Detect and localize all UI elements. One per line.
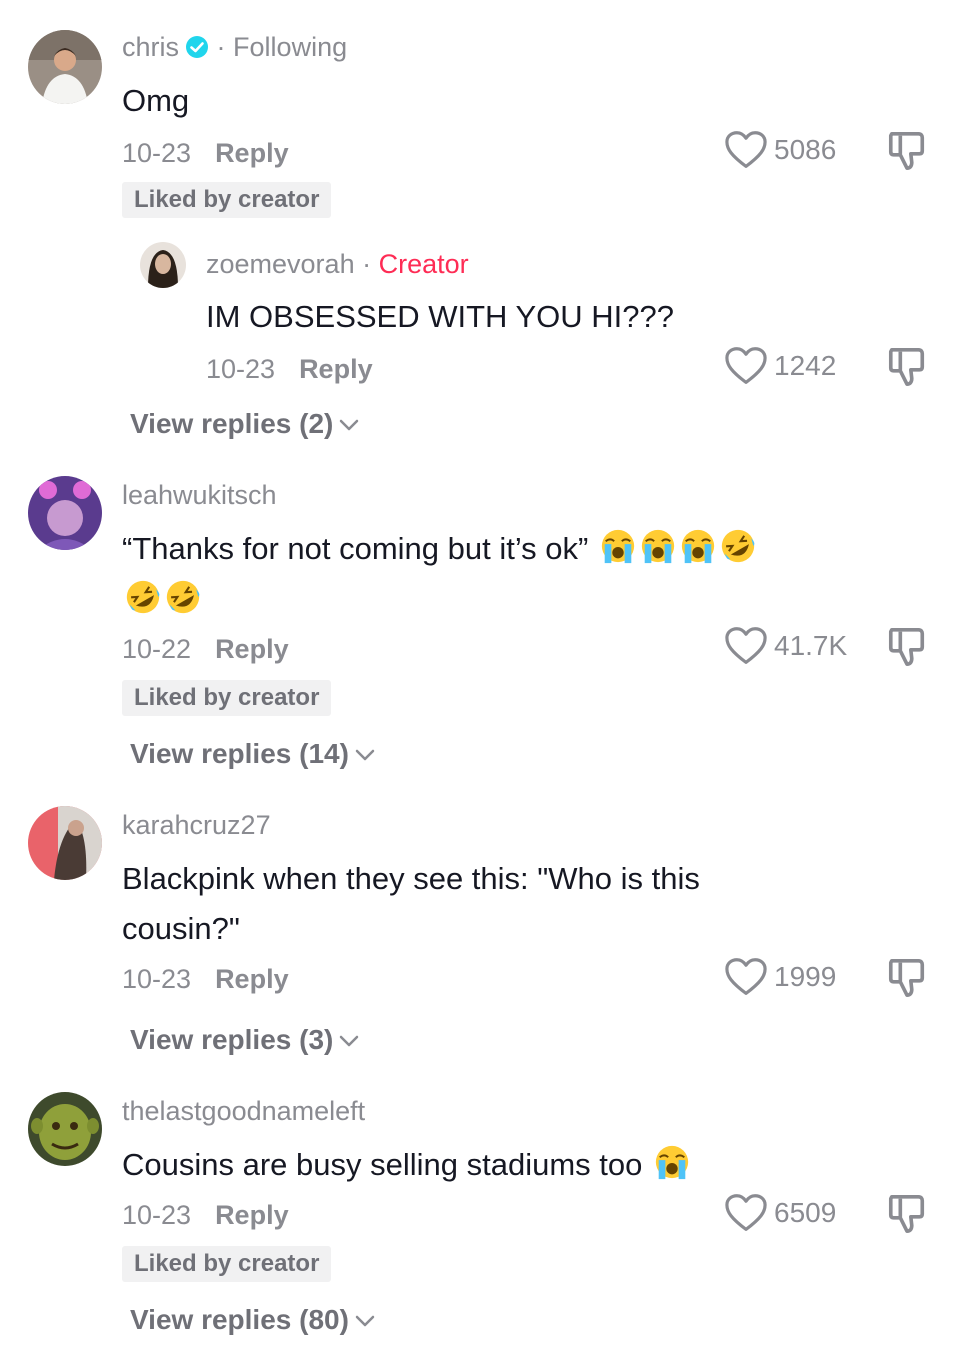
dislike-button[interactable]: [886, 1193, 928, 1240]
separator: ·: [362, 249, 372, 279]
comment-text-line: cousin?": [122, 911, 240, 946]
loudly-crying-face-icon: [653, 1143, 691, 1196]
comment-text: “Thanks for not coming but it’s ok”: [122, 531, 589, 566]
thumbs-down-icon[interactable]: [886, 1193, 928, 1235]
like-count: 1242: [774, 350, 837, 381]
chevron-down-icon: [355, 749, 375, 761]
thumbs-down-icon[interactable]: [886, 346, 928, 388]
comment-text: Omg: [122, 83, 190, 118]
reply-meta: 10-23 Reply: [206, 354, 373, 385]
comment-date: 10-23: [122, 138, 192, 168]
comment-text: Cousins are busy selling stadiums too: [122, 1147, 643, 1182]
like-button[interactable]: 1242: [724, 346, 836, 386]
avatar[interactable]: [28, 30, 102, 104]
username[interactable]: zoemevorah: [206, 249, 355, 279]
comment-meta: 10-23 Reply: [122, 1200, 289, 1231]
comment-meta: 10-23 Reply: [122, 964, 289, 995]
view-replies-label: View replies (14): [130, 738, 349, 769]
reply-username-row: zoemevorah · Creator: [206, 249, 469, 280]
thumbs-down-icon[interactable]: [886, 626, 928, 668]
comment-meta: 10-23 Reply: [122, 138, 289, 169]
avatar[interactable]: [28, 476, 102, 550]
avatar[interactable]: [28, 1092, 102, 1166]
separator: ·: [216, 32, 226, 62]
verified-badge-icon: [185, 35, 209, 66]
comment-date: 10-23: [122, 964, 192, 994]
view-replies-button[interactable]: View replies (3): [130, 1024, 359, 1056]
comment-text-line: Blackpink when they see this: "Who is th…: [122, 861, 700, 896]
username[interactable]: leahwukitsch: [122, 480, 277, 511]
comment-text-row: Cousins are busy selling stadiums too: [122, 1140, 691, 1196]
chevron-down-icon: [355, 1315, 375, 1327]
creator-tag: Creator: [378, 249, 469, 279]
dislike-button[interactable]: [886, 130, 928, 177]
avatar[interactable]: [28, 806, 102, 880]
like-count: 41.7K: [774, 630, 848, 661]
thumbs-down-icon[interactable]: [886, 130, 928, 172]
chevron-down-icon: [339, 1035, 359, 1047]
view-replies-button[interactable]: View replies (14): [130, 738, 375, 770]
loudly-crying-face-icon: [639, 527, 677, 580]
view-replies-label: View replies (3): [130, 1024, 334, 1055]
reply-button[interactable]: Reply: [299, 354, 373, 384]
reply-button[interactable]: Reply: [215, 1200, 289, 1230]
dislike-button[interactable]: [886, 626, 928, 673]
heart-outline-icon[interactable]: [724, 130, 768, 170]
username[interactable]: chris: [122, 32, 179, 62]
like-count: 1999: [774, 961, 837, 992]
view-replies-button[interactable]: View replies (2): [130, 408, 359, 440]
dislike-button[interactable]: [886, 346, 928, 393]
thumbs-down-icon[interactable]: [886, 957, 928, 999]
chevron-down-icon: [339, 419, 359, 431]
reply-button[interactable]: Reply: [215, 138, 289, 168]
heart-outline-icon[interactable]: [724, 346, 768, 386]
comment-meta: 10-22 Reply: [122, 634, 289, 665]
liked-by-creator-badge: Liked by creator: [122, 680, 332, 716]
comment-date: 10-23: [122, 1200, 192, 1230]
view-replies-button[interactable]: View replies (80): [130, 1304, 375, 1336]
comment-text-row: “Thanks for not coming but it’s ok”: [122, 524, 757, 580]
following-label: Following: [233, 32, 348, 62]
reply-date: 10-23: [206, 354, 276, 384]
reply-button[interactable]: Reply: [215, 634, 289, 664]
heart-outline-icon[interactable]: [724, 626, 768, 666]
emoji-row: [122, 578, 202, 621]
reply-text: IM OBSESSED WITH YOU HI???: [206, 299, 674, 334]
rolling-on-floor-laughing-icon: [719, 527, 757, 580]
like-button[interactable]: 6509: [724, 1193, 836, 1233]
rolling-on-floor-laughing-icon: [164, 578, 202, 621]
heart-outline-icon[interactable]: [724, 957, 768, 997]
view-replies-label: View replies (80): [130, 1304, 349, 1335]
liked-by-creator-badge: Liked by creator: [122, 1246, 332, 1282]
username[interactable]: karahcruz27: [122, 810, 271, 841]
heart-outline-icon[interactable]: [724, 1193, 768, 1233]
liked-by-creator-badge: Liked by creator: [122, 182, 332, 218]
view-replies-label: View replies (2): [130, 408, 334, 439]
comment-username-row: chris · Following: [122, 32, 347, 66]
rolling-on-floor-laughing-icon: [124, 578, 162, 621]
like-button[interactable]: 41.7K: [724, 626, 847, 666]
comment-date: 10-22: [122, 634, 192, 664]
reply-button[interactable]: Reply: [215, 964, 289, 994]
loudly-crying-face-icon: [679, 527, 717, 580]
like-count: 5086: [774, 134, 837, 165]
loudly-crying-face-icon: [599, 527, 637, 580]
like-button[interactable]: 5086: [724, 130, 836, 170]
avatar[interactable]: [140, 242, 186, 288]
like-button[interactable]: 1999: [724, 957, 836, 997]
dislike-button[interactable]: [886, 957, 928, 1004]
username[interactable]: thelastgoodnameleft: [122, 1096, 365, 1127]
like-count: 6509: [774, 1197, 837, 1228]
